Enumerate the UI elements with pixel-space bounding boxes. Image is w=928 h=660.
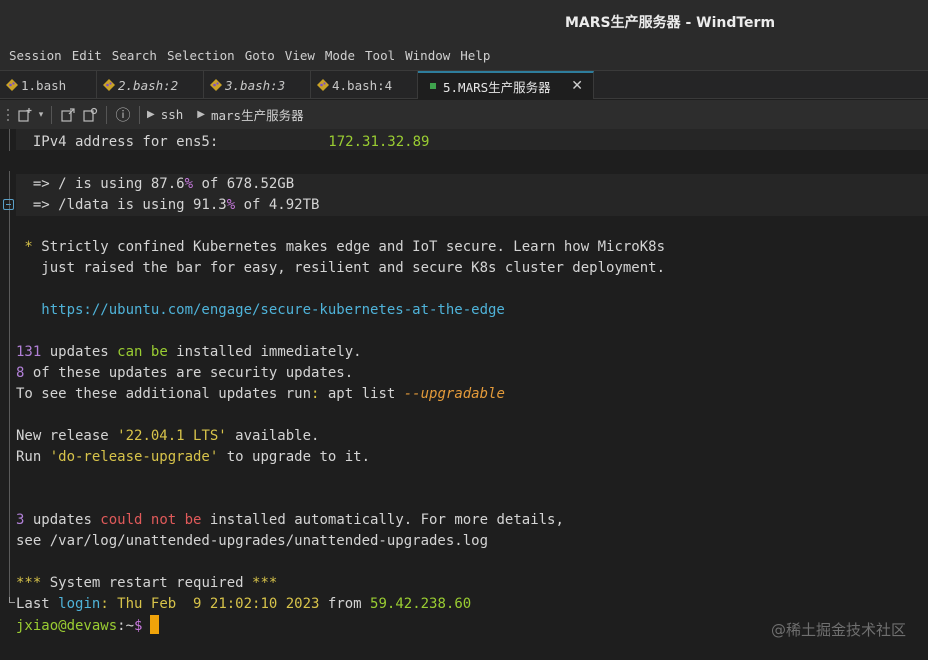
tab-4-bash[interactable]: 4.bash:4 xyxy=(311,71,418,99)
close-icon[interactable]: ✕ xyxy=(571,78,583,94)
menu-goto[interactable]: Goto xyxy=(240,42,280,70)
git-diamond-icon xyxy=(317,79,329,91)
pin-session-icon[interactable] xyxy=(79,104,101,126)
fold-guide xyxy=(9,171,10,601)
menu-window[interactable]: Window xyxy=(400,42,455,70)
breadcrumb-arrow-icon: ▶ xyxy=(197,109,205,120)
terminal-line: *** System restart required *** xyxy=(16,575,278,591)
menu-edit[interactable]: Edit xyxy=(67,42,107,70)
menu-tool[interactable]: Tool xyxy=(360,42,400,70)
toolbar-divider xyxy=(51,105,52,124)
terminal-line: Last login: Thu Feb 9 21:02:10 2023 from… xyxy=(16,596,472,612)
title-bar: MARS生产服务器 - WindTerm xyxy=(0,0,928,42)
terminal-line: => / is using 87.6% of 678.52GB xyxy=(16,176,295,192)
fold-toggle-icon[interactable] xyxy=(3,199,14,210)
session-status-icon xyxy=(428,80,440,92)
terminal-line: 3 updates could not be installed automat… xyxy=(16,512,564,528)
git-diamond-icon xyxy=(210,79,222,91)
terminal-output[interactable]: IPv4 address for ens5: 172.31.32.89 => / … xyxy=(0,129,928,660)
fold-guide xyxy=(9,129,10,151)
info-icon[interactable]: ⓘ xyxy=(112,104,134,126)
terminal-line: see /var/log/unattended-upgrades/unatten… xyxy=(16,533,489,549)
tab-label: 1.bash xyxy=(21,77,67,93)
tab-5-mars-server[interactable]: 5.MARS生产服务器 ✕ xyxy=(418,71,594,99)
menu-session[interactable]: Session xyxy=(4,42,67,70)
session-toolbar: ▾ ⓘ ▶ ssh ▶ mars生产服务器 xyxy=(0,100,928,129)
menu-view[interactable]: View xyxy=(280,42,320,70)
terminal-line: just raised the bar for easy, resilient … xyxy=(16,260,666,276)
shell-prompt[interactable]: jxiao@devaws:~$ xyxy=(16,615,160,636)
menu-help[interactable]: Help xyxy=(455,42,495,70)
tab-1-bash[interactable]: 1.bash xyxy=(0,71,97,99)
terminal-line: => /ldata is using 91.3% of 4.92TB xyxy=(16,197,320,213)
git-diamond-icon xyxy=(6,79,18,91)
toolbar-divider xyxy=(106,105,107,124)
terminal-line: IPv4 address for ens5: 172.31.32.89 xyxy=(16,134,430,150)
breadcrumb-arrow-icon: ▶ xyxy=(147,109,155,120)
terminal-url[interactable]: https://ubuntu.com/engage/secure-kuberne… xyxy=(16,300,505,321)
terminal-line: Run 'do-release-upgrade' to upgrade to i… xyxy=(16,449,371,465)
git-diamond-icon xyxy=(103,79,115,91)
tab-label: 3.bash:3 xyxy=(225,77,286,93)
terminal-line: To see these additional updates run: apt… xyxy=(16,386,505,402)
tab-label: 5.MARS生产服务器 xyxy=(443,79,551,95)
watermark: @稀土掘金技术社区 xyxy=(770,621,906,639)
tab-2-bash[interactable]: 2.bash:2 xyxy=(97,71,204,99)
menu-selection[interactable]: Selection xyxy=(162,42,240,70)
menu-mode[interactable]: Mode xyxy=(320,42,360,70)
breadcrumb-server[interactable]: mars生产服务器 xyxy=(211,105,304,124)
chevron-down-icon[interactable]: ▾ xyxy=(36,104,46,126)
tab-label: 2.bash:2 xyxy=(118,77,179,93)
window-title: MARS生产服务器 - WindTerm xyxy=(564,15,776,31)
fold-end-icon xyxy=(9,597,15,603)
breadcrumb-ssh[interactable]: ssh xyxy=(161,107,184,122)
terminal-line: 8 of these updates are security updates. xyxy=(16,365,354,381)
text-cursor xyxy=(150,615,160,634)
new-session-icon[interactable] xyxy=(14,104,36,126)
grip-handle-icon[interactable] xyxy=(2,104,14,126)
menu-search[interactable]: Search xyxy=(107,42,162,70)
tab-3-bash[interactable]: 3.bash:3 xyxy=(204,71,311,99)
terminal-line: New release '22.04.1 LTS' available. xyxy=(16,428,320,444)
toolbar-divider xyxy=(139,105,140,124)
menu-bar: Session Edit Search Selection Goto View … xyxy=(0,42,928,70)
terminal-line: * Strictly confined Kubernetes makes edg… xyxy=(16,239,666,255)
tab-bar: 1.bash 2.bash:2 3.bash:3 4.bash:4 5.MARS… xyxy=(0,70,928,99)
duplicate-session-icon[interactable] xyxy=(57,104,79,126)
tab-label: 4.bash:4 xyxy=(332,77,393,93)
terminal-line: 131 updates can be installed immediately… xyxy=(16,344,362,360)
